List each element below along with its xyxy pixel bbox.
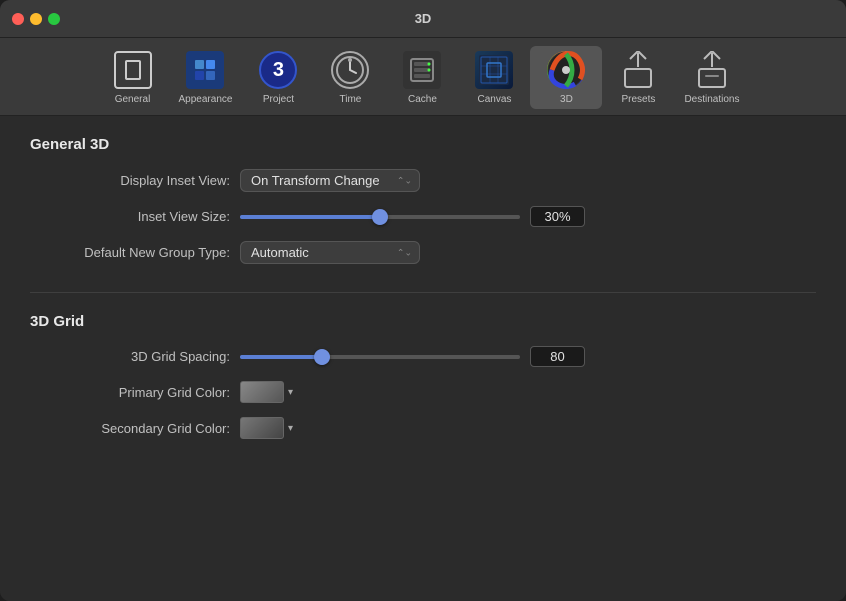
close-button[interactable]	[12, 13, 24, 25]
inset-size-label: Inset View Size:	[30, 209, 230, 224]
minimize-button[interactable]	[30, 13, 42, 25]
group-type-label: Default New Group Type:	[30, 245, 230, 260]
toolbar-label-project: Project	[263, 94, 294, 105]
cache-icon	[402, 50, 442, 90]
cache-icon-shape	[403, 51, 441, 89]
grid-3d-section: 3D Grid 3D Grid Spacing: 80 Primary Grid…	[30, 313, 816, 439]
traffic-lights	[12, 13, 60, 25]
grid-spacing-value[interactable]: 80	[530, 346, 585, 367]
canvas-icon-svg	[477, 53, 511, 87]
window-title: 3D	[415, 11, 432, 26]
grid-spacing-label: 3D Grid Spacing:	[30, 349, 230, 364]
toolbar-item-time[interactable]: Time	[314, 46, 386, 109]
main-window: 3D General A	[0, 0, 846, 601]
inset-size-slider-wrapper: 30%	[240, 206, 816, 227]
toolbar-item-general[interactable]: General	[97, 46, 169, 109]
toolbar-item-project[interactable]: 3 Project	[242, 46, 314, 109]
destinations-icon-shape	[693, 51, 731, 89]
toolbar-item-destinations[interactable]: Destinations	[674, 46, 749, 109]
presets-icon-shape	[619, 51, 657, 89]
presets-icon-svg	[621, 51, 655, 89]
inset-size-row: Inset View Size: 30%	[30, 206, 816, 227]
time-icon-svg	[335, 55, 365, 85]
appearance-icon-shape	[186, 51, 224, 89]
grid-spacing-slider-wrapper: 80	[240, 346, 816, 367]
toolbar-label-general: General	[115, 94, 151, 105]
project-icon: 3	[258, 50, 298, 90]
section-divider	[30, 292, 816, 293]
general-3d-section: General 3D Display Inset View: Never Alw…	[30, 136, 816, 264]
group-type-dropdown-wrapper[interactable]: Automatic Standard Text Replicator	[240, 241, 420, 264]
time-icon-shape	[331, 51, 369, 89]
primary-color-label: Primary Grid Color:	[30, 385, 230, 400]
grid-spacing-slider[interactable]	[240, 355, 520, 359]
display-inset-select[interactable]: Never Always On Transform Change On Mous…	[240, 169, 420, 192]
display-inset-dropdown-wrapper[interactable]: Never Always On Transform Change On Mous…	[240, 169, 420, 192]
secondary-color-label: Secondary Grid Color:	[30, 421, 230, 436]
destinations-icon-svg	[695, 51, 729, 89]
general-icon-shape	[114, 51, 152, 89]
appearance-icon-svg	[192, 57, 218, 83]
toolbar: General Appearance 3 Project	[0, 38, 846, 116]
group-type-row: Default New Group Type: Automatic Standa…	[30, 241, 816, 264]
appearance-icon	[185, 50, 225, 90]
cache-icon-svg	[407, 55, 437, 85]
titlebar: 3D	[0, 0, 846, 38]
grid-spacing-row: 3D Grid Spacing: 80	[30, 346, 816, 367]
general-3d-title: General 3D	[30, 136, 816, 153]
toolbar-label-cache: Cache	[408, 94, 437, 105]
secondary-color-row: Secondary Grid Color: ▾	[30, 417, 816, 439]
project-icon-shape: 3	[259, 51, 297, 89]
canvas-icon-shape	[475, 51, 513, 89]
general-icon	[113, 50, 153, 90]
3d-icon-svg	[547, 51, 585, 89]
time-icon	[330, 50, 370, 90]
toolbar-label-appearance: Appearance	[179, 94, 233, 105]
toolbar-label-time: Time	[340, 94, 362, 105]
toolbar-item-appearance[interactable]: Appearance	[169, 46, 243, 109]
group-type-select[interactable]: Automatic Standard Text Replicator	[240, 241, 420, 264]
primary-color-wrapper: ▾	[240, 381, 293, 403]
canvas-icon	[474, 50, 514, 90]
display-inset-label: Display Inset View:	[30, 173, 230, 188]
toolbar-item-3d[interactable]: 3D	[530, 46, 602, 109]
primary-color-arrow[interactable]: ▾	[288, 387, 293, 398]
toolbar-item-presets[interactable]: Presets	[602, 46, 674, 109]
toolbar-label-canvas: Canvas	[478, 94, 512, 105]
primary-color-swatch[interactable]	[240, 381, 284, 403]
3d-icon-shape	[547, 51, 585, 89]
content-area: General 3D Display Inset View: Never Alw…	[0, 116, 846, 601]
3d-icon	[546, 50, 586, 90]
toolbar-label-destinations: Destinations	[684, 94, 739, 105]
secondary-color-wrapper: ▾	[240, 417, 293, 439]
toolbar-item-canvas[interactable]: Canvas	[458, 46, 530, 109]
presets-icon	[618, 50, 658, 90]
inset-size-slider[interactable]	[240, 215, 520, 219]
secondary-color-swatch[interactable]	[240, 417, 284, 439]
maximize-button[interactable]	[48, 13, 60, 25]
display-inset-row: Display Inset View: Never Always On Tran…	[30, 169, 816, 192]
toolbar-item-cache[interactable]: Cache	[386, 46, 458, 109]
grid-3d-title: 3D Grid	[30, 313, 816, 330]
general-icon-inner	[125, 60, 141, 80]
toolbar-label-presets: Presets	[622, 94, 656, 105]
inset-size-value[interactable]: 30%	[530, 206, 585, 227]
primary-color-row: Primary Grid Color: ▾	[30, 381, 816, 403]
toolbar-label-3d: 3D	[560, 94, 573, 105]
secondary-color-arrow[interactable]: ▾	[288, 423, 293, 434]
destinations-icon	[692, 50, 732, 90]
